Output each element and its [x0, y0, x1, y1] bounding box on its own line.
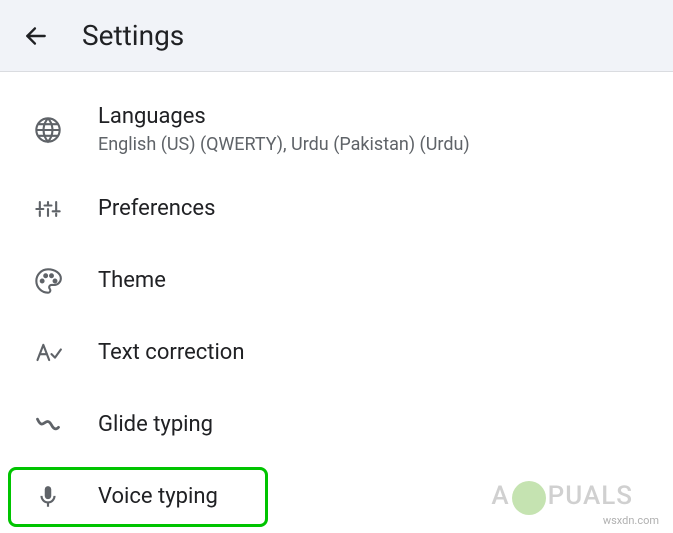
- page-title: Settings: [82, 19, 184, 52]
- list-item-subtitle: English (US) (QWERTY), Urdu (Pakistan) (…: [98, 134, 470, 155]
- list-item-label: Glide typing: [98, 412, 213, 438]
- back-button[interactable]: [22, 22, 50, 50]
- list-item-glide-typing[interactable]: Glide typing: [0, 389, 673, 461]
- list-item-label: Languages: [98, 104, 470, 130]
- list-item-languages[interactable]: Languages English (US) (QWERTY), Urdu (P…: [0, 86, 673, 173]
- mic-icon: [30, 479, 66, 515]
- list-item-preferences[interactable]: Preferences: [0, 173, 673, 245]
- arrow-back-icon: [23, 23, 49, 49]
- sliders-icon: [30, 191, 66, 227]
- header: Settings: [0, 0, 673, 72]
- palette-icon: [30, 263, 66, 299]
- list-item-theme[interactable]: Theme: [0, 245, 673, 317]
- list-item-label: Preferences: [98, 196, 215, 222]
- list-item-voice-typing[interactable]: Voice typing: [0, 461, 673, 533]
- list-item-label: Theme: [98, 268, 166, 294]
- list-item-label: Voice typing: [98, 484, 218, 510]
- list-item-text-correction[interactable]: Text correction: [0, 317, 673, 389]
- text-correction-icon: [30, 335, 66, 371]
- settings-list: Languages English (US) (QWERTY), Urdu (P…: [0, 72, 673, 533]
- list-item-label: Text correction: [98, 340, 245, 366]
- globe-icon: [30, 112, 66, 148]
- glide-icon: [30, 407, 66, 443]
